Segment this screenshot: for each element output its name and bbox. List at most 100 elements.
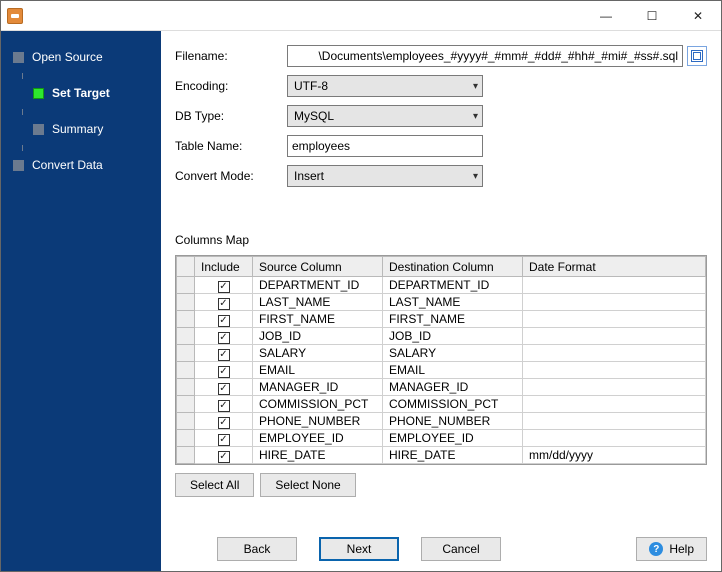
destination-cell[interactable]: JOB_ID	[383, 328, 523, 345]
source-cell[interactable]: COMMISSION_PCT	[253, 396, 383, 413]
table-row[interactable]: JOB_IDJOB_ID	[177, 328, 706, 345]
table-row[interactable]: PHONE_NUMBERPHONE_NUMBER	[177, 413, 706, 430]
checkbox-icon[interactable]	[218, 281, 230, 293]
destination-cell[interactable]: FIRST_NAME	[383, 311, 523, 328]
dateformat-cell[interactable]	[523, 294, 706, 311]
include-cell[interactable]	[195, 413, 253, 430]
include-cell[interactable]	[195, 311, 253, 328]
table-row[interactable]: EMAILEMAIL	[177, 362, 706, 379]
include-cell[interactable]	[195, 396, 253, 413]
checkbox-icon[interactable]	[218, 400, 230, 412]
source-cell[interactable]: MANAGER_ID	[253, 379, 383, 396]
maximize-button[interactable]: ☐	[629, 1, 675, 30]
source-cell[interactable]: HIRE_DATE	[253, 447, 383, 464]
destination-cell[interactable]: MANAGER_ID	[383, 379, 523, 396]
dateformat-cell[interactable]	[523, 413, 706, 430]
dateformat-cell[interactable]	[523, 277, 706, 294]
table-row[interactable]: COMMISSION_PCTCOMMISSION_PCT	[177, 396, 706, 413]
include-cell[interactable]	[195, 345, 253, 362]
row-handle[interactable]	[177, 413, 195, 430]
include-cell[interactable]	[195, 430, 253, 447]
source-cell[interactable]: JOB_ID	[253, 328, 383, 345]
dateformat-cell[interactable]	[523, 328, 706, 345]
checkbox-icon[interactable]	[218, 298, 230, 310]
browse-file-icon[interactable]	[687, 46, 707, 66]
checkbox-icon[interactable]	[218, 417, 230, 429]
header-include[interactable]: Include	[195, 257, 253, 277]
row-handle[interactable]	[177, 345, 195, 362]
table-row[interactable]: MANAGER_IDMANAGER_ID	[177, 379, 706, 396]
destination-cell[interactable]: DEPARTMENT_ID	[383, 277, 523, 294]
include-cell[interactable]	[195, 447, 253, 464]
destination-cell[interactable]: LAST_NAME	[383, 294, 523, 311]
table-row[interactable]: SALARYSALARY	[177, 345, 706, 362]
tablename-input[interactable]	[287, 135, 483, 157]
destination-cell[interactable]: COMMISSION_PCT	[383, 396, 523, 413]
destination-cell[interactable]: PHONE_NUMBER	[383, 413, 523, 430]
dateformat-cell[interactable]	[523, 345, 706, 362]
header-source[interactable]: Source Column	[253, 257, 383, 277]
table-row[interactable]: DEPARTMENT_IDDEPARTMENT_ID	[177, 277, 706, 294]
include-cell[interactable]	[195, 379, 253, 396]
back-button[interactable]: Back	[217, 537, 297, 561]
checkbox-icon[interactable]	[218, 349, 230, 361]
row-handle[interactable]	[177, 379, 195, 396]
include-cell[interactable]	[195, 328, 253, 345]
next-button[interactable]: Next	[319, 537, 399, 561]
cancel-button[interactable]: Cancel	[421, 537, 501, 561]
source-cell[interactable]: EMAIL	[253, 362, 383, 379]
convertmode-select[interactable]: Insert▾	[287, 165, 483, 187]
row-handle[interactable]	[177, 294, 195, 311]
help-button[interactable]: ? Help	[636, 537, 707, 561]
source-cell[interactable]: PHONE_NUMBER	[253, 413, 383, 430]
minimize-button[interactable]: —	[583, 1, 629, 30]
row-handle[interactable]	[177, 447, 195, 464]
dateformat-cell[interactable]	[523, 430, 706, 447]
row-handle[interactable]	[177, 396, 195, 413]
dateformat-cell[interactable]	[523, 362, 706, 379]
checkbox-icon[interactable]	[218, 366, 230, 378]
dateformat-cell[interactable]	[523, 379, 706, 396]
destination-cell[interactable]: EMAIL	[383, 362, 523, 379]
source-cell[interactable]: EMPLOYEE_ID	[253, 430, 383, 447]
checkbox-icon[interactable]	[218, 332, 230, 344]
dateformat-cell[interactable]: mm/dd/yyyy	[523, 447, 706, 464]
close-button[interactable]: ✕	[675, 1, 721, 30]
row-handle[interactable]	[177, 362, 195, 379]
table-row[interactable]: FIRST_NAMEFIRST_NAME	[177, 311, 706, 328]
source-cell[interactable]: FIRST_NAME	[253, 311, 383, 328]
dateformat-cell[interactable]	[523, 396, 706, 413]
dateformat-cell[interactable]	[523, 311, 706, 328]
wizard-step-summary[interactable]: Summary	[9, 115, 153, 143]
row-handle[interactable]	[177, 328, 195, 345]
select-none-button[interactable]: Select None	[260, 473, 355, 497]
destination-cell[interactable]: HIRE_DATE	[383, 447, 523, 464]
include-cell[interactable]	[195, 277, 253, 294]
wizard-step-open-source[interactable]: Open Source	[9, 43, 153, 71]
destination-cell[interactable]: EMPLOYEE_ID	[383, 430, 523, 447]
source-cell[interactable]: DEPARTMENT_ID	[253, 277, 383, 294]
encoding-select[interactable]: UTF-8▾	[287, 75, 483, 97]
checkbox-icon[interactable]	[218, 383, 230, 395]
row-handle[interactable]	[177, 430, 195, 447]
dbtype-select[interactable]: MySQL▾	[287, 105, 483, 127]
source-cell[interactable]: LAST_NAME	[253, 294, 383, 311]
wizard-step-set-target[interactable]: Set Target	[9, 79, 153, 107]
include-cell[interactable]	[195, 362, 253, 379]
table-row[interactable]: EMPLOYEE_IDEMPLOYEE_ID	[177, 430, 706, 447]
checkbox-icon[interactable]	[218, 315, 230, 327]
wizard-step-convert-data[interactable]: Convert Data	[9, 151, 153, 179]
select-all-button[interactable]: Select All	[175, 473, 254, 497]
filename-input[interactable]	[287, 45, 683, 67]
table-row[interactable]: HIRE_DATEHIRE_DATEmm/dd/yyyy	[177, 447, 706, 464]
header-destination[interactable]: Destination Column	[383, 257, 523, 277]
checkbox-icon[interactable]	[218, 451, 230, 463]
checkbox-icon[interactable]	[218, 434, 230, 446]
include-cell[interactable]	[195, 294, 253, 311]
header-dateformat[interactable]: Date Format	[523, 257, 706, 277]
row-handle[interactable]	[177, 311, 195, 328]
source-cell[interactable]: SALARY	[253, 345, 383, 362]
table-row[interactable]: LAST_NAMELAST_NAME	[177, 294, 706, 311]
destination-cell[interactable]: SALARY	[383, 345, 523, 362]
row-handle[interactable]	[177, 277, 195, 294]
